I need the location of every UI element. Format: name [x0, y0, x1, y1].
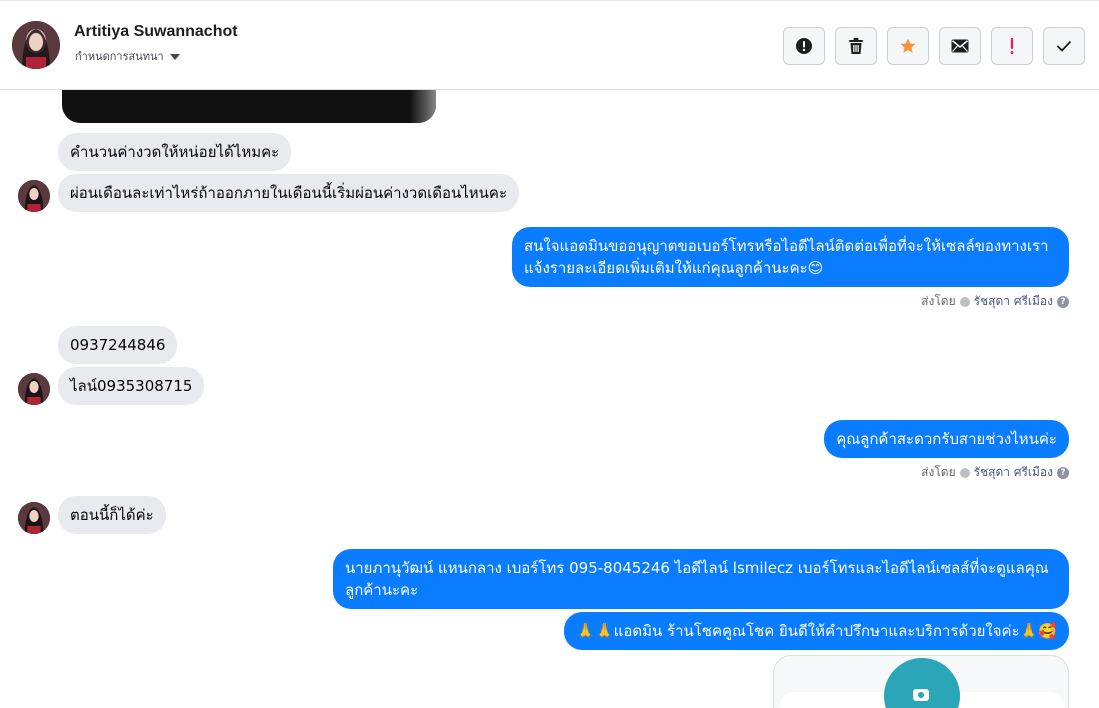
sent-by-prefix: ส่งโดย — [921, 294, 956, 308]
contact-avatar-small — [18, 180, 50, 212]
image-attachment[interactable] — [62, 90, 436, 123]
incoming-message: ตอนนี้ก็ได้ค่ะ — [58, 496, 166, 534]
follow-up-button[interactable] — [991, 27, 1033, 65]
envelope-icon — [951, 39, 969, 53]
star-icon — [900, 38, 916, 53]
trash-icon — [849, 38, 863, 54]
star-button[interactable] — [887, 27, 929, 65]
contact-name[interactable]: Artitiya Suwannachot — [74, 23, 238, 41]
spam-button[interactable] — [783, 27, 825, 65]
caret-down-icon — [169, 53, 180, 60]
conversation-header: Artitiya Suwannachot กำหนดการสนทนา — [0, 0, 1099, 90]
exclamation-icon — [1010, 38, 1014, 54]
help-icon[interactable]: ? — [1057, 295, 1069, 308]
contact-avatar[interactable] — [12, 21, 60, 69]
outgoing-message: 🙏🙏แอดมิน ร้านโชคคูณโชค ยินดีให้คำปรึกษาแ… — [564, 612, 1069, 650]
incoming-message: คำนวนค่างวดให้หน่อยได้ไหมคะ — [58, 133, 292, 171]
mark-unread-button[interactable] — [939, 27, 981, 65]
contact-avatar-small — [18, 373, 50, 405]
sent-by-prefix: ส่งโดย — [921, 465, 956, 479]
message-thread[interactable]: คำนวนค่างวดให้หน่อยได้ไหมคะ ผ่อนเดือนละเ… — [0, 90, 1099, 708]
outgoing-message: นายภานุวัฒน์ แหนกลาง เบอร์โทร 095-804524… — [333, 549, 1069, 609]
conversation-actions — [783, 27, 1085, 65]
check-icon — [1056, 40, 1072, 52]
assign-label: กำหนดการสนทนา — [75, 50, 164, 63]
delete-button[interactable] — [835, 27, 877, 65]
help-icon[interactable]: ? — [1057, 466, 1069, 479]
attachment-card[interactable] — [773, 655, 1069, 708]
done-button[interactable] — [1043, 27, 1085, 65]
sent-by-line: ส่งโดย รัชสุดา ศรีเมือง ? — [921, 463, 1069, 482]
alert-circle-icon — [796, 38, 812, 54]
incoming-message: ผ่อนเดือนละเท่าไหร่ถ้าออกภายในเดือนนี้เร… — [58, 174, 519, 212]
outgoing-message: สนใจแอดมินขออนุญาตขอเบอร์โทรหรือไอดีไลน์… — [512, 227, 1069, 287]
sent-by-line: ส่งโดย รัชสุดา ศรีเมือง ? — [921, 292, 1069, 311]
agent-status-icon — [959, 467, 970, 478]
agent-status-icon — [959, 296, 970, 307]
outgoing-message: คุณลูกค้าสะดวกรับสายช่วงไหนค่ะ — [824, 420, 1069, 458]
sent-by-agent[interactable]: รัชสุดา ศรีเมือง — [974, 292, 1053, 311]
contact-avatar-small — [18, 502, 50, 534]
assign-conversation-dropdown[interactable]: กำหนดการสนทนา — [75, 47, 180, 65]
sent-by-agent[interactable]: รัชสุดา ศรีเมือง — [974, 463, 1053, 482]
incoming-message: ไลน์0935308715 — [58, 367, 205, 405]
incoming-message: 0937244846 — [58, 326, 178, 364]
attachment-thumbnail — [884, 658, 960, 708]
camera-icon — [913, 689, 929, 701]
